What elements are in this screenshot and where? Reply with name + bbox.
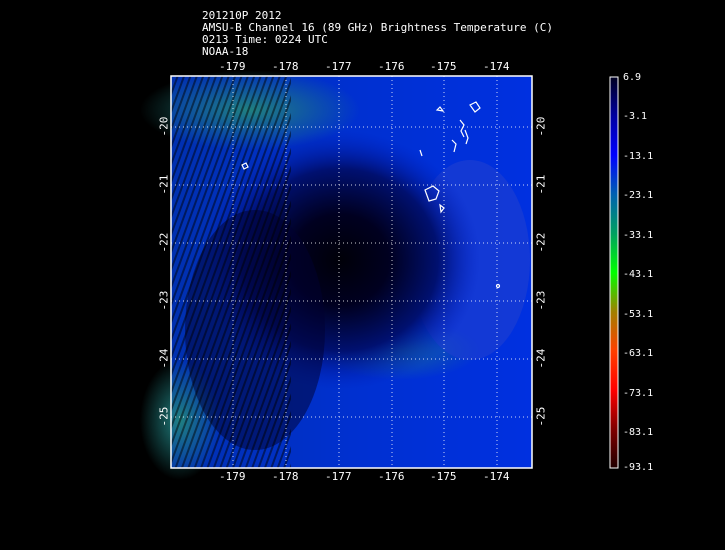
lat-tick-right: -23	[534, 290, 548, 311]
lat-tick-left: -25	[157, 406, 171, 427]
lat-tick-right: -25	[534, 406, 548, 427]
lat-tick-left: -20	[157, 116, 171, 137]
lat-tick-left: -23	[157, 290, 171, 311]
brightness-image	[140, 70, 532, 480]
lat-tick-left: -24	[157, 348, 171, 369]
lat-tick-left: -22	[157, 232, 171, 253]
colorbar-label: -13.1	[623, 151, 654, 162]
lon-tick-top: -174	[483, 60, 510, 73]
colorbar-label: -93.1	[623, 462, 654, 473]
lat-tick-right: -20	[534, 116, 548, 137]
lat-tick-right: -22	[534, 232, 548, 253]
lon-tick-bottom: -179	[219, 470, 246, 483]
lon-tick-top: -176	[378, 60, 405, 73]
colorbar-label: -23.1	[623, 190, 654, 201]
lon-tick-top: -177	[325, 60, 352, 73]
lat-tick-right: -24	[534, 348, 548, 369]
colorbar	[609, 76, 619, 469]
colorbar-label: -83.1	[623, 427, 654, 438]
colorbar-label: -43.1	[623, 269, 654, 280]
map-plot	[140, 70, 619, 480]
lon-tick-top: -179	[219, 60, 246, 73]
lon-tick-top: -178	[272, 60, 299, 73]
lon-tick-bottom: -175	[430, 470, 457, 483]
lon-tick-top: -175	[430, 60, 457, 73]
lon-tick-bottom: -174	[483, 470, 510, 483]
lat-tick-right: -21	[534, 174, 548, 195]
colorbar-label: -53.1	[623, 309, 654, 320]
colorbar-label: -3.1	[623, 111, 648, 122]
colorbar-label: 6.9	[623, 72, 642, 83]
lat-tick-left: -21	[157, 174, 171, 195]
colorbar-label: -73.1	[623, 388, 654, 399]
colorbar-label: -33.1	[623, 230, 654, 241]
colorbar-label: -63.1	[623, 348, 654, 359]
lon-tick-bottom: -176	[378, 470, 405, 483]
lon-tick-bottom: -177	[325, 470, 352, 483]
lon-tick-bottom: -178	[272, 470, 299, 483]
